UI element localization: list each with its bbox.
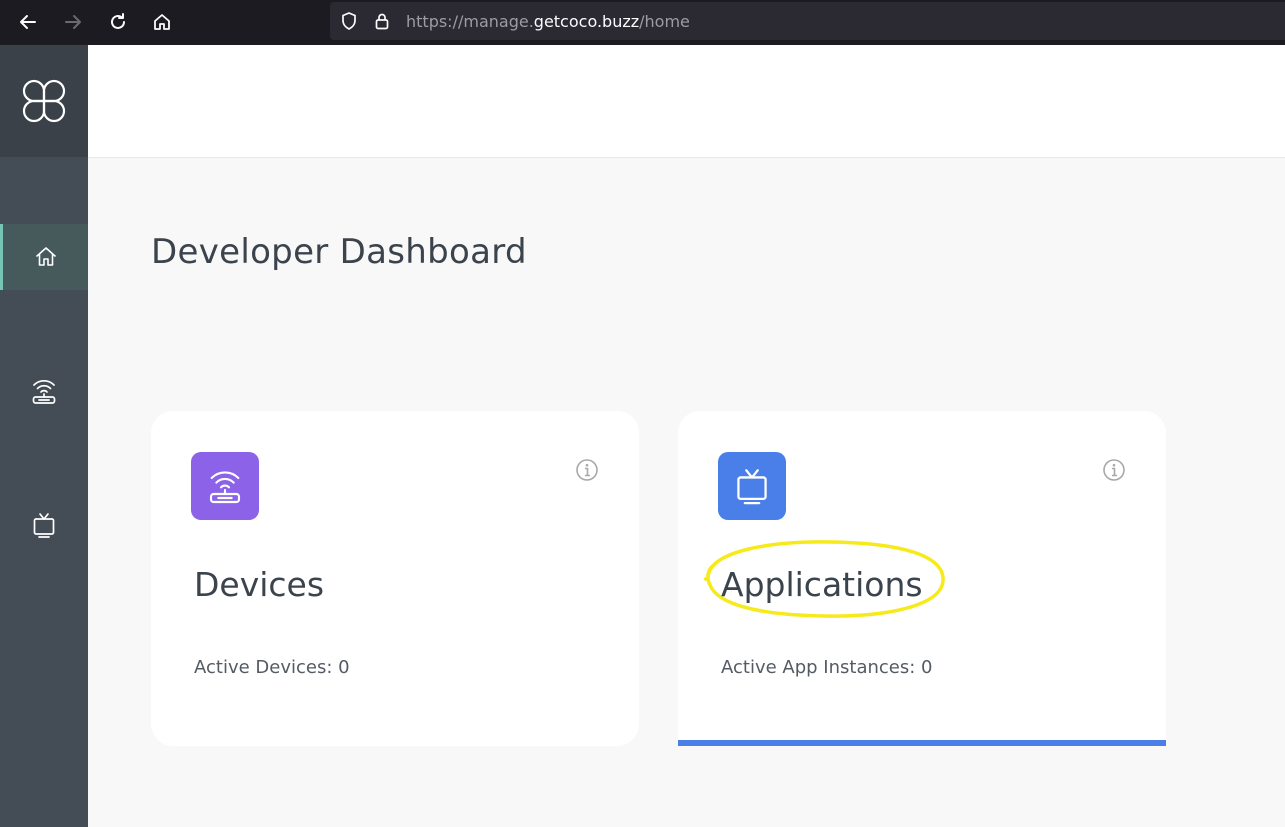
sidebar-item-home[interactable] — [0, 224, 88, 290]
devices-card[interactable]: Devices Active Devices: 0 — [151, 411, 639, 746]
card-subtitle: Active Devices: 0 — [194, 657, 350, 678]
info-icon[interactable] — [575, 458, 599, 482]
clover-logo-icon — [22, 79, 66, 123]
url-prefix: https://manage. — [406, 12, 534, 31]
card-title: Devices — [194, 565, 325, 604]
router-icon — [32, 379, 56, 404]
sidebar-item-applications[interactable] — [0, 492, 88, 558]
reload-button[interactable] — [103, 7, 133, 37]
sidebar — [0, 45, 88, 827]
sidebar-item-devices[interactable] — [0, 358, 88, 424]
arrow-left-icon — [20, 15, 36, 29]
forward-button[interactable] — [58, 7, 88, 37]
home-icon — [154, 14, 170, 30]
arrow-right-icon — [65, 15, 81, 29]
reload-icon — [111, 13, 125, 29]
logo[interactable] — [0, 45, 88, 157]
router-icon — [209, 471, 241, 504]
url-domain: getcoco.buzz — [533, 12, 640, 31]
url-path: /home — [639, 12, 690, 31]
devices-card-icon — [191, 452, 259, 520]
shield-icon[interactable] — [339, 11, 359, 31]
page-header — [88, 45, 1285, 158]
card-subtitle: Active App Instances: 0 — [721, 657, 933, 678]
page-title: Developer Dashboard — [151, 232, 527, 272]
info-icon[interactable] — [1102, 458, 1126, 482]
lock-icon[interactable] — [372, 11, 392, 31]
address-bar[interactable]: https://manage.getcoco.buzz/home — [330, 2, 1285, 40]
applications-card[interactable]: Applications Active App Instances: 0 — [678, 411, 1166, 746]
url-text[interactable]: https://manage.getcoco.buzz/home — [406, 12, 690, 31]
home-icon — [35, 247, 56, 266]
home-button[interactable] — [147, 7, 177, 37]
selected-card-indicator — [678, 740, 1166, 746]
tv-icon — [737, 469, 767, 505]
browser-toolbar: https://manage.getcoco.buzz/home — [0, 0, 1285, 45]
tv-icon — [33, 513, 55, 538]
back-button[interactable] — [13, 7, 43, 37]
applications-card-icon — [718, 452, 786, 520]
card-title: Applications — [721, 565, 923, 604]
